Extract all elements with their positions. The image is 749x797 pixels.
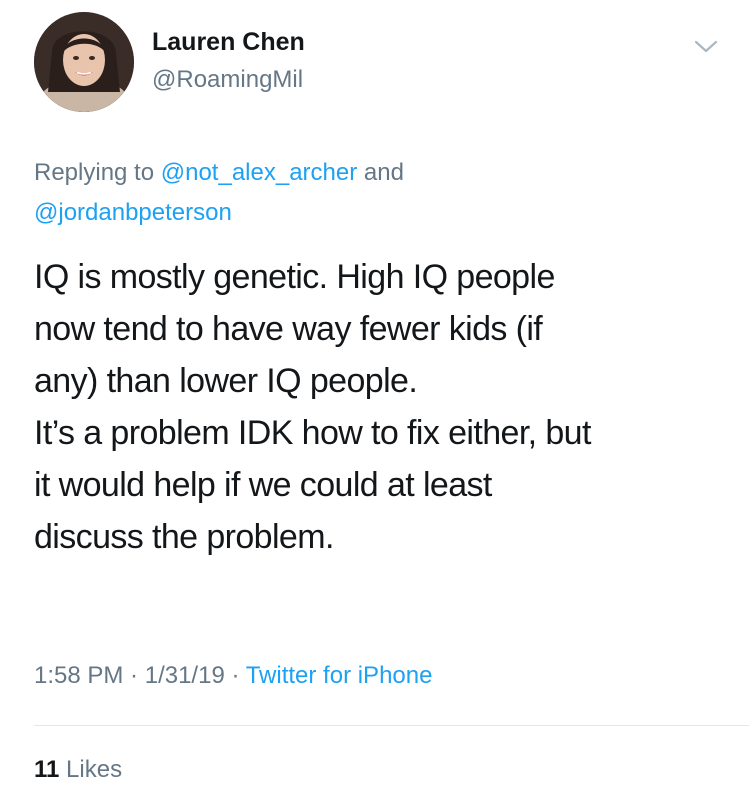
likes-count-link[interactable]: 11 Likes xyxy=(34,756,122,784)
tweet-text-line: it would help if we could at least xyxy=(34,466,492,504)
tweet-text-line: now tend to have way fewer kids (if xyxy=(34,310,543,348)
tweet-text-line: It’s a problem IDK how to fix either, bu… xyxy=(34,414,591,452)
likes-count: 11 xyxy=(34,756,60,783)
likes-label: Likes xyxy=(59,756,123,783)
avatar-image xyxy=(34,12,134,112)
divider xyxy=(34,725,749,726)
avatar[interactable] xyxy=(34,12,134,112)
replying-to-label: Replying to xyxy=(34,159,161,186)
tweet-time[interactable]: 1:58 PM xyxy=(34,662,123,689)
replying-to-line-2: @jordanbpeterson xyxy=(34,199,232,227)
tweet-text-line: IQ is mostly genetic. High IQ people xyxy=(34,258,555,296)
tweet-text-line: discuss the problem. xyxy=(34,518,334,556)
mention-link[interactable]: @jordanbpeterson xyxy=(34,199,232,226)
tweet-date[interactable]: 1/31/19 xyxy=(145,662,225,689)
meta-separator: · xyxy=(224,662,246,689)
meta-separator: · xyxy=(123,662,145,689)
mention-link[interactable]: @not_alex_archer xyxy=(161,159,357,186)
tweet-text-line: any) than lower IQ people. xyxy=(34,362,418,400)
author-handle[interactable]: @RoamingMil xyxy=(152,66,303,94)
replying-to-line: Replying to @not_alex_archer and xyxy=(34,159,404,187)
tweet-text: IQ is mostly genetic. High IQ people now… xyxy=(34,251,724,563)
replying-to-joiner: and xyxy=(357,159,404,186)
tweet-meta: 1:58 PM · 1/31/19 · Twitter for iPhone xyxy=(34,662,432,690)
author-display-name[interactable]: Lauren Chen xyxy=(152,28,305,57)
chevron-down-icon[interactable] xyxy=(693,38,719,56)
tweet-source-link[interactable]: Twitter for iPhone xyxy=(246,662,433,689)
